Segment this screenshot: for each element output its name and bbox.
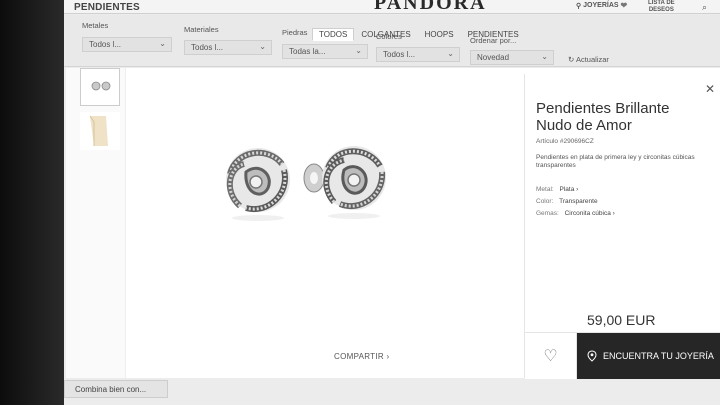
metales-value: Todos l... <box>89 40 122 49</box>
chevron-down-icon: ⌄ <box>355 46 362 55</box>
metales-select[interactable]: Todos l... ⌄ <box>82 37 172 52</box>
tab-hoops[interactable]: HOOPS <box>418 28 461 41</box>
piedras-label: Piedras <box>282 28 308 37</box>
share-button[interactable]: COMPARTIR › <box>334 352 389 361</box>
tab-todos[interactable]: TODOS <box>312 28 355 41</box>
user-icon: ⚲ <box>576 2 582 10</box>
colores-value: Todos l... <box>383 50 416 59</box>
earring-right <box>322 146 386 210</box>
brand-logo[interactable]: PANDORA <box>374 0 487 15</box>
wishlist-link[interactable]: LISTA DE DESEOS <box>648 0 675 14</box>
refresh-icon: ↻ <box>568 55 575 64</box>
materiales-value: Todos l... <box>191 43 224 52</box>
top-bar: PENDIENTES PANDORA ⚲ JOYERÍAS ❤ LISTA DE… <box>64 0 720 14</box>
product-image: COMPARTIR › <box>126 68 522 378</box>
attr-gems: Gemas: Circonita cúbica › <box>536 210 615 217</box>
chevron-down-icon: ⌄ <box>259 42 266 51</box>
find-store-label: ENCUENTRA TU JOYERÍA <box>603 351 714 361</box>
materiales-label: Materiales <box>184 25 219 34</box>
piedras-value: Todas la... <box>289 47 326 56</box>
materiales-select[interactable]: Todos l... ⌄ <box>184 40 272 55</box>
earring-left <box>226 148 290 213</box>
close-icon[interactable]: ✕ <box>705 82 715 96</box>
thumbnail-box[interactable] <box>80 112 120 150</box>
screen-bezel <box>0 0 64 405</box>
attr-gems-label: Gemas: <box>536 210 559 217</box>
attr-metal: Metal: Plata › <box>536 186 578 193</box>
piedras-select[interactable]: Todas la... ⌄ <box>282 44 368 59</box>
thumbnail-strip <box>66 68 126 378</box>
filter-bar: TODOS COLGANTES HOOPS PENDIENTES Metales… <box>64 15 720 67</box>
product-description: Pendientes en plata de primera ley y cir… <box>536 154 695 169</box>
wishlist-line1: LISTA DE <box>648 0 675 6</box>
attr-metal-label: Metal: <box>536 186 554 193</box>
search-icon[interactable]: ⌕ <box>702 2 707 13</box>
refresh-button[interactable]: ↻ Actualizar <box>568 55 609 64</box>
attr-gems-value[interactable]: Circonita cúbica › <box>565 210 615 217</box>
browser-screen: PENDIENTES PANDORA ⚲ JOYERÍAS ❤ LISTA DE… <box>64 0 720 405</box>
metales-label: Metales <box>82 21 109 30</box>
find-store-button[interactable]: ENCUENTRA TU JOYERÍA <box>577 333 720 379</box>
earring-post <box>303 163 325 193</box>
chevron-down-icon: ⌄ <box>447 49 454 58</box>
section-title: PENDIENTES <box>74 2 140 13</box>
product-detail: COMPARTIR › ✕ Pendientes Brillante Nudo … <box>66 68 720 379</box>
article-number: Artículo #290696CZ <box>536 138 594 145</box>
stores-link[interactable]: ⚲ JOYERÍAS ❤ <box>576 1 627 10</box>
heart-icon: ❤ <box>620 1 628 10</box>
wishlist-line2: DESEOS <box>648 7 674 13</box>
ordenar-select[interactable]: Novedad ⌄ <box>470 50 554 65</box>
chevron-down-icon: ⌄ <box>159 39 166 48</box>
combina-bien-con-button[interactable]: Combina bien con... <box>64 380 168 398</box>
ordenar-value: Novedad <box>477 53 510 62</box>
product-title: Pendientes Brillante Nudo de Amor <box>536 100 670 134</box>
ordenar-label: Ordenar por... <box>470 36 517 45</box>
heart-icon: ♡ <box>543 348 558 365</box>
stores-label: JOYERÍAS <box>583 2 619 9</box>
colores-label: Colores <box>376 32 402 41</box>
location-pin-icon <box>587 350 597 362</box>
attr-metal-value[interactable]: Plata › <box>560 186 579 193</box>
product-info-panel: ✕ Pendientes Brillante Nudo de Amor Artí… <box>524 74 720 379</box>
attr-color-value: Transparente <box>559 198 598 205</box>
action-bar: ♡ ENCUENTRA TU JOYERÍA <box>525 332 720 379</box>
thumbnail-earrings[interactable] <box>80 68 120 106</box>
colores-select[interactable]: Todos l... ⌄ <box>376 47 460 62</box>
wishlist-heart-button[interactable]: ♡ <box>525 333 577 379</box>
attr-color-label: Color: <box>536 198 554 205</box>
chevron-down-icon: ⌄ <box>541 52 548 61</box>
product-price: 59,00 EUR <box>587 312 656 328</box>
refresh-label: Actualizar <box>575 55 609 64</box>
attr-color: Color: Transparente <box>536 198 598 205</box>
